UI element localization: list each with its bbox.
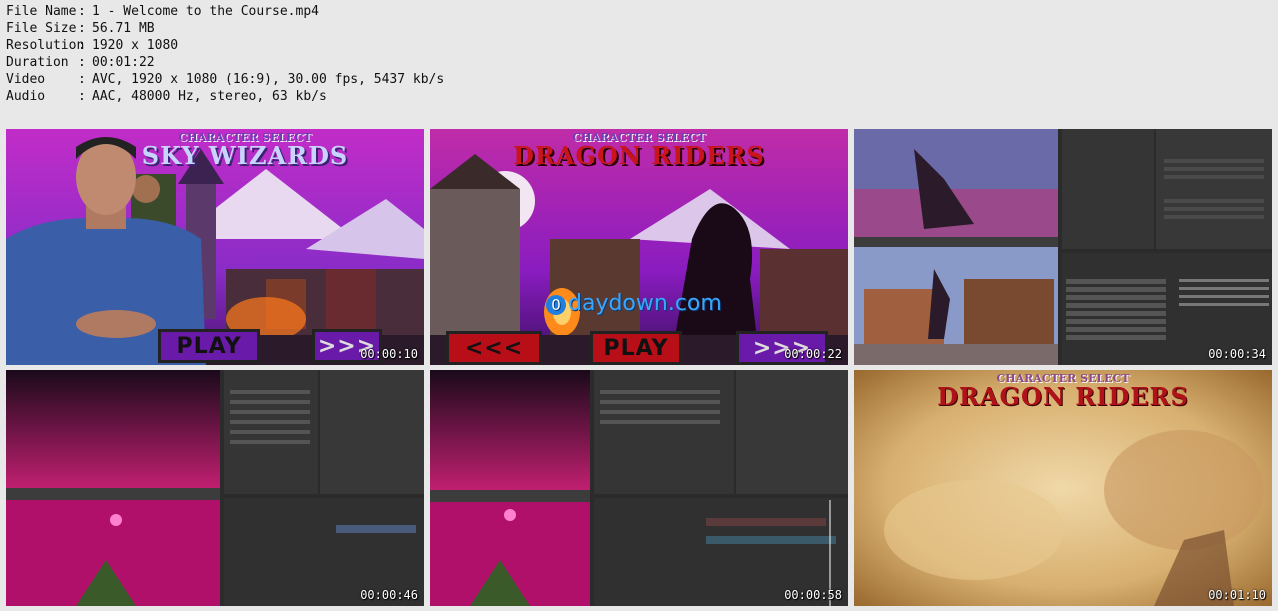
file-info-value: AAC, 48000 Hz, stereo, 63 kb/s: [92, 89, 327, 104]
file-info-key: Resolution: [6, 38, 85, 53]
play-button[interactable]: PLAY: [590, 331, 682, 365]
timestamp: 00:00:58: [784, 588, 842, 602]
file-info-separator: :: [78, 89, 86, 104]
thumbnail-5-scene: [430, 370, 848, 606]
file-info-row: Video: AVC, 1920 x 1080 (16:9), 30.00 fps…: [6, 71, 444, 88]
thumbnail-3-scene: [854, 129, 1272, 365]
file-info-key: Video: [6, 72, 46, 87]
play-button[interactable]: PLAY: [158, 329, 260, 363]
file-info-key: File Name: [6, 4, 77, 19]
file-info-separator: :: [78, 72, 86, 87]
file-info-separator: :: [78, 38, 86, 53]
thumbnail-3[interactable]: 00:00:34: [854, 129, 1272, 365]
file-info-key: File Size: [6, 21, 77, 36]
timestamp: 00:01:10: [1208, 588, 1266, 602]
file-info-row: Duration:00:01:22: [6, 54, 444, 71]
file-info-row: Resolution:1920 x 1080: [6, 37, 444, 54]
sky-wizards-title: SKY WIZARDS: [141, 141, 349, 170]
file-info-panel: File Name:1 - Welcome to the Course.mp4 F…: [6, 3, 444, 105]
file-info-key: Audio: [6, 89, 46, 104]
file-info-row: File Size:56.71 MB: [6, 20, 444, 37]
dragon-riders-title: DRAGON RIDERS: [513, 141, 765, 170]
file-info-separator: :: [78, 4, 86, 19]
file-info-value: AVC, 1920 x 1080 (16:9), 30.00 fps, 5437…: [92, 72, 445, 87]
dragon-riders-title: DRAGON RIDERS: [937, 382, 1189, 411]
thumbnail-5[interactable]: 00:00:58: [430, 370, 848, 606]
thumbnail-1[interactable]: CHARACTER SELECT SKY WIZARDS PLAY >>> 00…: [6, 129, 424, 365]
timestamp: 00:00:10: [360, 347, 418, 361]
timestamp: 00:00:34: [1208, 347, 1266, 361]
file-info-key: Duration: [6, 55, 69, 70]
file-info-value: 1920 x 1080: [92, 38, 179, 53]
file-info-separator: :: [78, 21, 86, 36]
file-info-value: 00:01:22: [92, 55, 155, 70]
thumbnail-2[interactable]: CHARACTER SELECT DRAGON RIDERS 0 daydown.…: [430, 129, 848, 365]
thumbnail-4-scene: [6, 370, 424, 606]
prev-button[interactable]: <<<: [446, 331, 542, 365]
file-info-value: 1 - Welcome to the Course.mp4: [92, 4, 319, 19]
file-info-value: 56.71 MB: [92, 21, 155, 36]
watermark: 0 daydown.com: [546, 291, 722, 316]
timestamp: 00:00:46: [360, 588, 418, 602]
timestamp: 00:00:22: [784, 347, 842, 361]
file-info-row: Audio: AAC, 48000 Hz, stereo, 63 kb/s: [6, 88, 444, 105]
file-info-row: File Name:1 - Welcome to the Course.mp4: [6, 3, 444, 20]
thumbnail-6[interactable]: CHARACTER SELECT DRAGON RIDERS 00:01:10: [854, 370, 1272, 606]
thumbnail-4[interactable]: 00:00:46: [6, 370, 424, 606]
file-info-separator: :: [78, 55, 86, 70]
